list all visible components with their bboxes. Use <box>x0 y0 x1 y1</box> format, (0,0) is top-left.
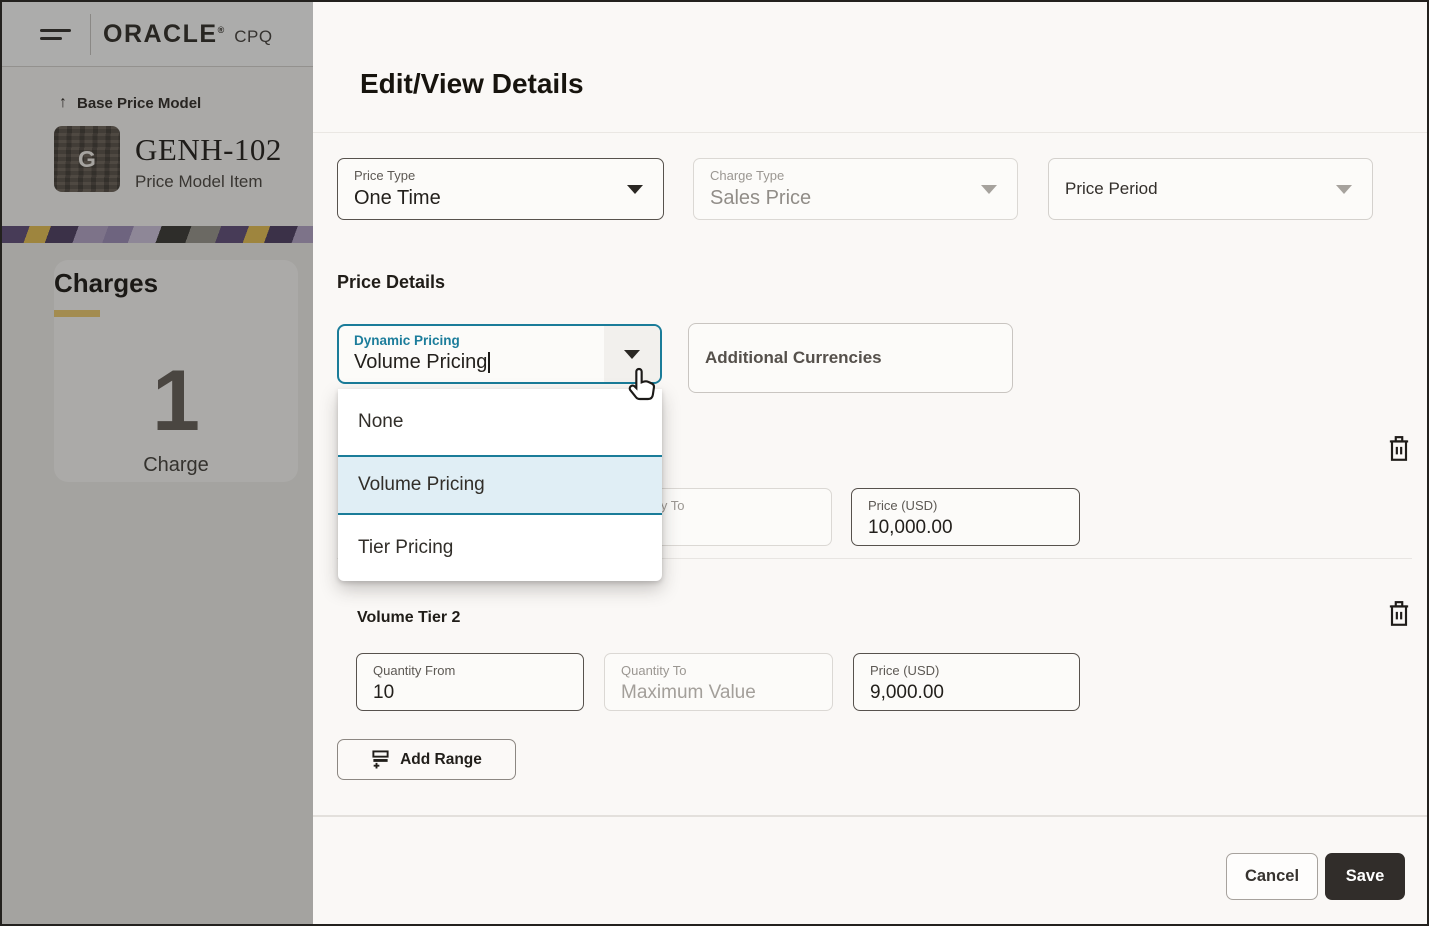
chevron-down-icon <box>981 185 997 194</box>
text-cursor <box>488 352 491 374</box>
tier2-quantity-to-label: Quantity To <box>621 663 687 678</box>
pointer-hand-cursor <box>628 367 656 401</box>
charge-type-label: Charge Type <box>710 168 785 183</box>
tier2-price-field[interactable]: Price (USD) 9,000.00 <box>853 653 1080 711</box>
save-button[interactable]: Save <box>1325 853 1405 900</box>
price-type-select[interactable]: Price Type One Time <box>337 158 664 220</box>
menu-option-none[interactable]: None <box>338 389 662 455</box>
tier1-price-field[interactable]: Price (USD) 10,000.00 <box>851 488 1080 546</box>
price-type-label: Price Type <box>354 168 416 183</box>
tier2-quantity-to-field: Quantity To Maximum Value <box>604 653 833 711</box>
price-details-heading: Price Details <box>337 272 446 292</box>
charge-type-value: Sales Price <box>710 186 812 209</box>
tier1-price-label: Price (USD) <box>868 498 938 513</box>
chevron-down-icon <box>1336 185 1352 194</box>
delete-tier1-button[interactable] <box>1386 435 1412 463</box>
chevron-down-icon <box>627 185 643 194</box>
edit-view-details-panel: Edit/View Details Price Type One Time Ch… <box>313 2 1427 924</box>
panel-header-divider <box>313 132 1427 133</box>
add-range-button[interactable]: Add Range <box>337 739 516 780</box>
chevron-down-icon <box>624 349 640 359</box>
footer-divider <box>313 815 1427 817</box>
menu-option-tier-pricing[interactable]: Tier Pricing <box>338 515 662 581</box>
tier2-heading: Volume Tier 2 <box>357 609 461 626</box>
cancel-button[interactable]: Cancel <box>1226 853 1318 900</box>
add-row-icon <box>372 750 389 769</box>
additional-currencies-label: Additional Currencies <box>705 348 882 367</box>
dynamic-pricing-combobox[interactable]: Dynamic Pricing Volume Pricing <box>337 324 662 384</box>
tier2-price-value: 9,000.00 <box>870 681 944 703</box>
delete-tier2-button[interactable] <box>1386 600 1412 628</box>
panel-title: Edit/View Details <box>360 68 584 99</box>
add-range-label: Add Range <box>400 750 482 768</box>
tier2-price-label: Price (USD) <box>870 663 940 678</box>
additional-currencies-button[interactable]: Additional Currencies <box>688 323 1013 393</box>
dynamic-pricing-label: Dynamic Pricing <box>354 333 460 348</box>
price-period-select[interactable]: Price Period <box>1048 158 1373 220</box>
tier2-quantity-from-value: 10 <box>373 681 395 703</box>
left-app-region: ORACLE ® CPQ ↑ Base Price Model G GENH-1… <box>2 2 313 924</box>
tier2-quantity-from-field[interactable]: Quantity From 10 <box>356 653 584 711</box>
dynamic-pricing-value: Volume Pricing <box>354 351 491 374</box>
dynamic-pricing-menu: None Volume Pricing Tier Pricing <box>338 389 662 581</box>
tier2-quantity-to-placeholder: Maximum Value <box>621 681 756 703</box>
tier2-quantity-from-label: Quantity From <box>373 663 456 678</box>
menu-option-volume-pricing[interactable]: Volume Pricing <box>338 455 662 515</box>
app-window: ORACLE ® CPQ ↑ Base Price Model G GENH-1… <box>0 0 1429 926</box>
price-period-label: Price Period <box>1065 179 1158 198</box>
price-type-value: One Time <box>354 186 441 209</box>
modal-scrim[interactable] <box>2 2 313 924</box>
charge-type-select: Charge Type Sales Price <box>693 158 1018 220</box>
tier1-price-value: 10,000.00 <box>868 516 953 538</box>
